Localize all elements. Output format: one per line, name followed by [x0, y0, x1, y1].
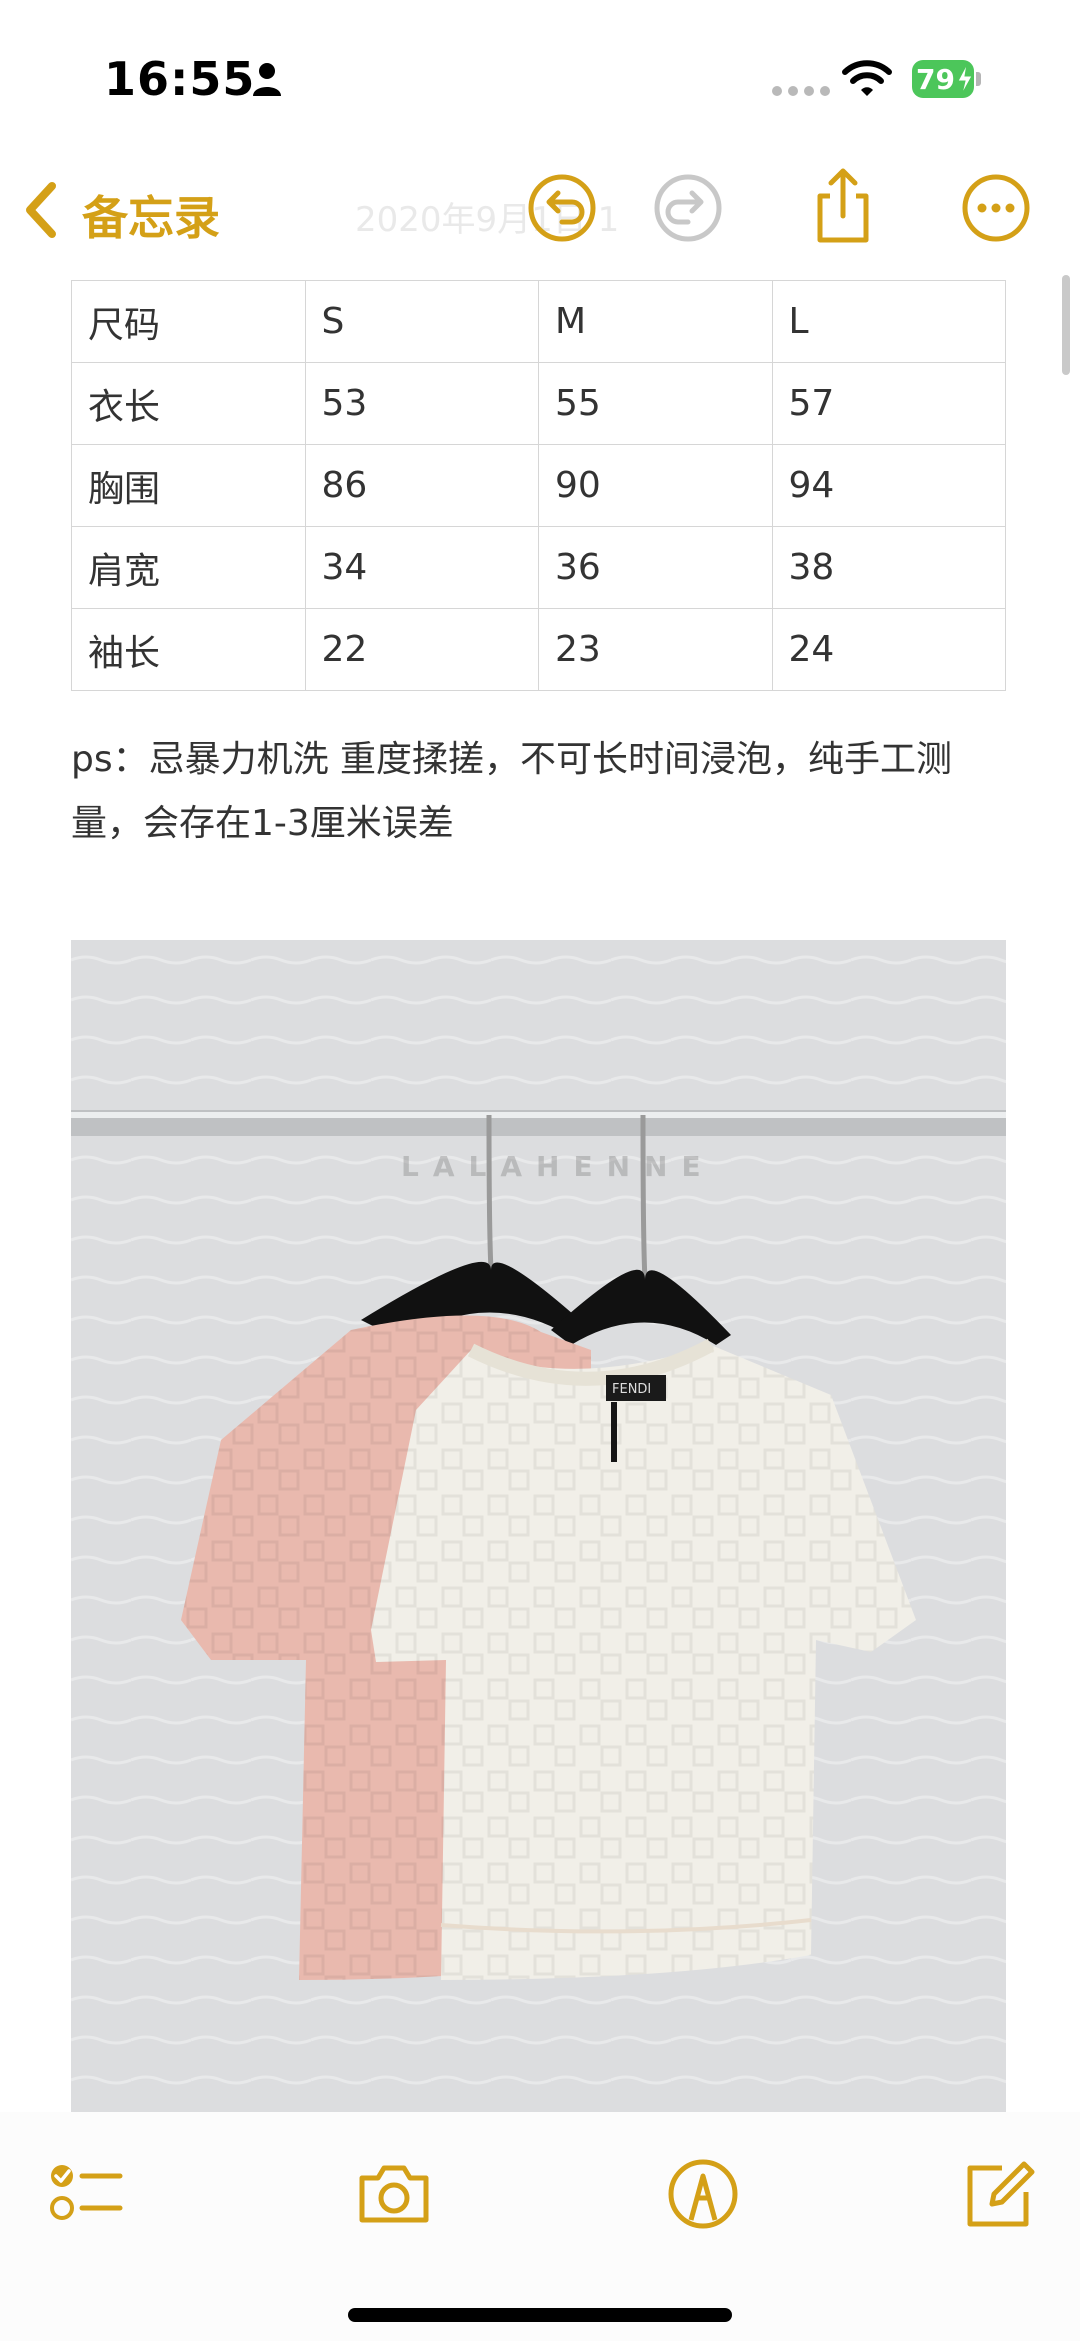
table-cell[interactable]: 94: [771, 444, 1006, 527]
product-photo[interactable]: FENDI LALAHENNE: [71, 940, 1006, 2112]
table-cell[interactable]: S: [304, 280, 539, 363]
status-time: 16:55: [104, 52, 256, 106]
battery-level: 79: [916, 63, 955, 96]
table-cell[interactable]: 53: [304, 362, 539, 445]
table-row: 衣长 53 55 57: [71, 362, 1006, 445]
markup-icon[interactable]: [665, 2158, 741, 2230]
table-row: 尺码 S M L: [71, 280, 1006, 363]
table-cell[interactable]: 肩宽: [71, 526, 306, 609]
chevron-left-icon[interactable]: [22, 180, 62, 240]
table-cell[interactable]: 胸围: [71, 444, 306, 527]
clothing-label: FENDI: [612, 1382, 651, 1397]
share-icon[interactable]: [808, 166, 878, 246]
table-cell[interactable]: 尺码: [71, 280, 306, 363]
battery-icon: 79: [912, 60, 982, 98]
table-cell[interactable]: L: [771, 280, 1006, 363]
status-bar: 16:55 79: [0, 0, 1080, 150]
compose-icon[interactable]: [962, 2158, 1038, 2230]
note-text[interactable]: ps：忌暴力机洗 重度揉搓，不可长时间浸泡，纯手工测量，会存在1-3厘米误差: [71, 728, 1011, 856]
table-cell[interactable]: 袖长: [71, 608, 306, 691]
size-table[interactable]: 尺码 S M L 衣长 53 55 57 胸围 86 90 94 肩宽 34 36 38 袖长 22 23 24: [71, 280, 1006, 691]
more-icon[interactable]: [960, 172, 1032, 244]
table-cell[interactable]: 36: [538, 526, 773, 609]
table-cell[interactable]: 衣长: [71, 362, 306, 445]
signal-dots-icon: [772, 86, 830, 96]
table-cell[interactable]: 38: [771, 526, 1006, 609]
table-cell[interactable]: 24: [771, 608, 1006, 691]
table-cell[interactable]: 23: [538, 608, 773, 691]
scroll-indicator[interactable]: [1062, 275, 1070, 375]
table-row: 胸围 86 90 94: [71, 444, 1006, 527]
table-cell[interactable]: 57: [771, 362, 1006, 445]
home-indicator[interactable]: [348, 2308, 732, 2322]
table-cell[interactable]: 90: [538, 444, 773, 527]
nav-bar: 备忘录 2020年9月1日 1: [0, 150, 1080, 270]
table-cell[interactable]: 34: [304, 526, 539, 609]
photo-watermark: LALAHENNE: [401, 1150, 715, 1183]
table-cell[interactable]: 22: [304, 608, 539, 691]
person-icon: [253, 63, 281, 96]
bottom-toolbar: [0, 2112, 1080, 2341]
table-row: 肩宽 34 36 38: [71, 526, 1006, 609]
checklist-icon[interactable]: [48, 2158, 124, 2230]
table-row: 袖长 22 23 24: [71, 608, 1006, 691]
redo-icon[interactable]: [652, 172, 724, 244]
undo-icon[interactable]: [526, 172, 598, 244]
wifi-icon: [842, 60, 892, 96]
back-button[interactable]: 备忘录: [82, 182, 220, 248]
table-cell[interactable]: M: [538, 280, 773, 363]
camera-icon[interactable]: [356, 2158, 432, 2230]
table-cell[interactable]: 55: [538, 362, 773, 445]
table-cell[interactable]: 86: [304, 444, 539, 527]
